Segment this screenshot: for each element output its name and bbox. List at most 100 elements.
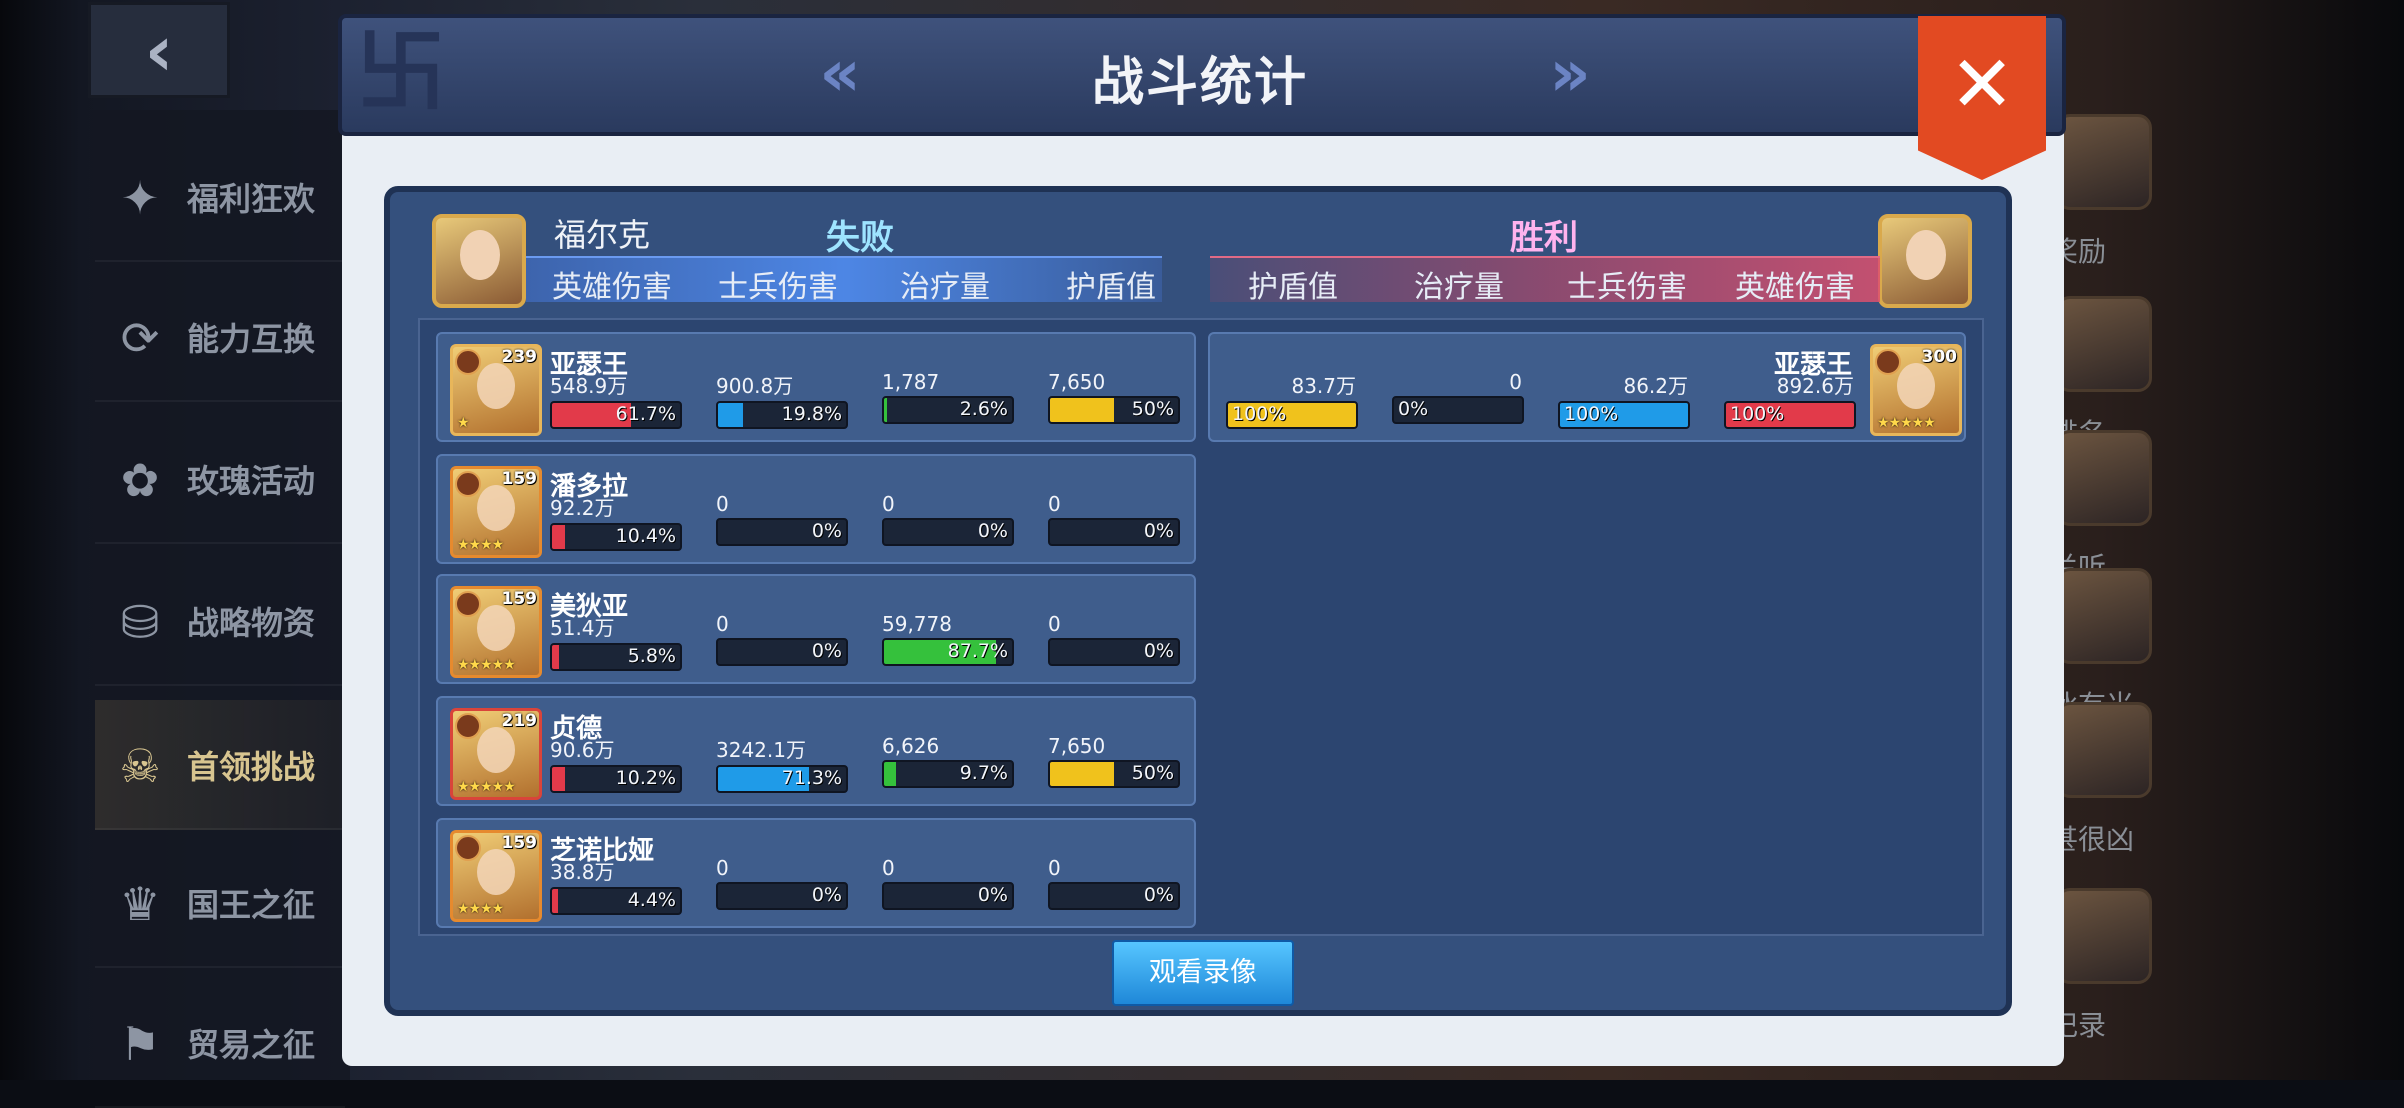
stat-bar: 0% (882, 518, 1014, 546)
stat-value: 59,778 (882, 612, 952, 636)
page-title: 战斗统计 (1091, 53, 1308, 113)
stat-bar: 100% (1558, 401, 1690, 429)
stat-value: 900.8万 (716, 374, 794, 398)
right-player-portrait (1878, 214, 1972, 308)
hero-level: 159 (501, 589, 538, 609)
sidebar-item-label: 国王之征 (187, 886, 316, 924)
sidebar-item-7[interactable]: ⚑ 贸易之征 (95, 978, 345, 1108)
stat-value: 3242.1万 (716, 738, 806, 762)
supplies-icon: ⛁ (120, 595, 160, 649)
hero-stat-hero_damage: 51.4万 5.8% (550, 612, 682, 671)
stat-value: 38.8万 (550, 860, 615, 884)
stat-percent: 0% (811, 520, 842, 542)
right-event-icon[interactable] (2056, 568, 2152, 664)
sidebar-item-label: 福利狂欢 (187, 180, 316, 218)
swap-icon: ⟳ (120, 311, 160, 365)
hero-stat-soldier_damage: 0 0% (716, 492, 848, 546)
col-shield-right: 护盾值 (1248, 270, 1338, 305)
left-hero-row: 159 ★★★★ 芝诺比娅 38.8万 4.4% 0 0% 0 0% 0 0% (436, 818, 1196, 928)
hero-stat-healing: 6,626 9.7% (882, 734, 1014, 788)
hero-stars: ★★★★ (457, 901, 504, 917)
stat-percent: 0% (977, 520, 1008, 542)
col-shield: 护盾值 (1066, 270, 1156, 305)
hero-stars: ★★★★★ (457, 657, 516, 673)
stat-percent: 71.3% (781, 767, 842, 789)
right-event-icon[interactable] (2056, 114, 2152, 210)
sidebar-item-5[interactable]: ☠ 首领挑战 (95, 700, 345, 830)
stat-value: 7,650 (1048, 370, 1106, 394)
hero-stat-shield: 0 0% (1048, 856, 1180, 910)
close-button[interactable]: ✕ (1918, 16, 2046, 180)
back-button[interactable]: ‹ (88, 2, 230, 98)
stat-value: 90.6万 (550, 738, 615, 762)
right-event-icon[interactable] (2056, 888, 2152, 984)
watch-replay-button[interactable]: 观看录像 (1112, 940, 1294, 1006)
stat-bar: 5.8% (550, 643, 682, 671)
stat-percent: 0% (1398, 398, 1429, 420)
stat-bar: 0% (1048, 638, 1180, 666)
hero-stat-healing: 1,787 2.6% (882, 370, 1014, 424)
sidebar-item-2[interactable]: ⟳ 能力互换 (95, 272, 345, 402)
next-page-arrow-icon[interactable]: » (1530, 42, 1610, 112)
hero-avatar[interactable]: 239 ★ (450, 344, 542, 436)
stat-percent: 100% (1232, 403, 1287, 425)
stat-percent: 100% (1564, 403, 1619, 425)
hero-stat-healing: 0 0% (882, 856, 1014, 910)
hero-avatar[interactable]: 159 ★★★★★ (450, 586, 542, 678)
hero-avatar[interactable]: 159 ★★★★ (450, 466, 542, 558)
left-hero-row: 219 ★★★★★ 贞德 90.6万 10.2% 3242.1万 71.3% 6,626 9.7… (436, 696, 1196, 806)
stat-bar: 100% (1724, 401, 1856, 429)
hero-stars: ★★★★ (457, 537, 504, 553)
hero-stat-shield: 0 0% (1048, 612, 1180, 666)
stat-bar: 50% (1048, 760, 1180, 788)
sidebar-item-4[interactable]: ⛁ 战略物资 (95, 556, 345, 686)
col-healing-right: 治疗量 (1414, 270, 1504, 305)
hero-stars: ★ (457, 415, 470, 431)
stat-value: 892.6万 (1776, 374, 1854, 398)
sidebar-item-1[interactable]: ✦ 福利狂欢 (95, 132, 345, 262)
party-icon: ✦ (120, 171, 160, 225)
prev-page-arrow-icon[interactable]: « (800, 42, 880, 112)
hero-stat-shield: 7,650 50% (1048, 734, 1180, 788)
stat-value: 0 (1048, 856, 1061, 880)
stat-bar: 100% (1226, 401, 1358, 429)
sidebar-item-3[interactable]: ✿ 玫瑰活动 (95, 414, 345, 544)
sidebar-item-label: 首领挑战 (187, 748, 316, 786)
stat-bar: 0% (1392, 396, 1524, 424)
hero-class-icon (455, 713, 481, 739)
hero-level: 300 (1921, 347, 1958, 367)
hero-level: 219 (501, 711, 538, 731)
hero-avatar[interactable]: 219 ★★★★★ (450, 708, 542, 800)
stat-value: 6,626 (882, 734, 940, 758)
skull-icon: ☠ (119, 739, 161, 793)
stat-percent: 0% (1143, 520, 1174, 542)
stat-value: 0 (882, 492, 895, 516)
hero-stat-soldier_damage: 0 0% (716, 856, 848, 910)
sidebar-item-6[interactable]: ♛ 国王之征 (95, 838, 345, 968)
stat-bar: 0% (1048, 518, 1180, 546)
hero-avatar[interactable]: 300 ★★★★★ (1870, 344, 1962, 436)
stat-percent: 10.2% (615, 767, 676, 789)
left-player-portrait (432, 214, 526, 308)
hero-avatar[interactable]: 159 ★★★★ (450, 830, 542, 922)
stat-bar: 0% (882, 882, 1014, 910)
hero-stat-hero_damage: 548.9万 61.7% (550, 370, 682, 429)
hero-stat-healing: 0 0% (1392, 370, 1524, 424)
stat-percent: 50% (1131, 762, 1174, 784)
stat-value: 51.4万 (550, 616, 615, 640)
hero-stat-shield: 83.7万 100% (1226, 370, 1358, 429)
right-event-icon[interactable] (2056, 702, 2152, 798)
stat-bar: 61.7% (550, 401, 682, 429)
stat-bar: 87.7% (882, 638, 1014, 666)
hero-class-icon (455, 835, 481, 861)
hero-level: 159 (501, 833, 538, 853)
hero-class-icon (455, 591, 481, 617)
stat-percent: 9.7% (959, 762, 1008, 784)
left-hero-row: 159 ★★★★★ 美狄亚 51.4万 5.8% 0 0% 59,778 87.7% 0 0% (436, 574, 1196, 684)
stat-value: 0 (1048, 612, 1061, 636)
right-event-icon[interactable] (2056, 430, 2152, 526)
right-event-icon[interactable] (2056, 296, 2152, 392)
col-hero-damage: 英雄伤害 (552, 270, 672, 305)
stat-value: 83.7万 (1291, 374, 1356, 398)
sidebar-item-label: 贸易之征 (187, 1026, 316, 1064)
